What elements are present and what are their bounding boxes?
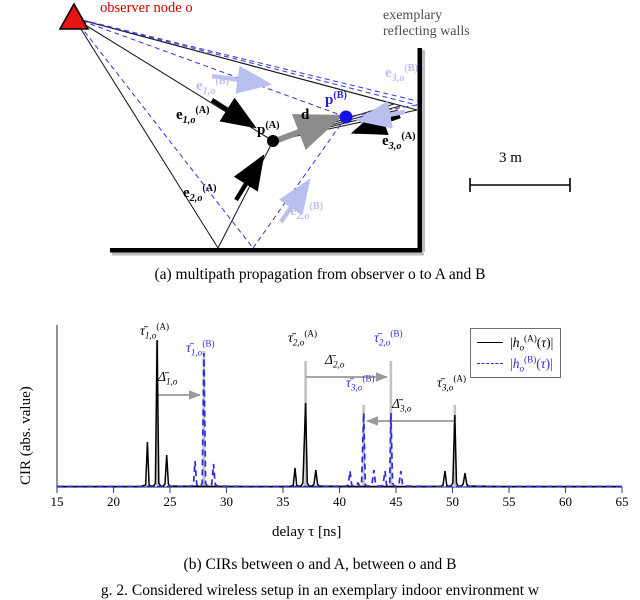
legend-swatch-series-a — [477, 342, 503, 343]
subcaption-b: (b) CIRs between o and A, between o and … — [183, 556, 457, 573]
scale-bar-label: 3 m — [499, 150, 522, 166]
delta-label-delta1o: Δ̄1,o — [158, 369, 178, 387]
delta-label-delta2o: Δ̄2,o — [325, 352, 345, 370]
path-lines-b — [73, 17, 418, 249]
point-a-label: p(A) — [257, 120, 280, 138]
observer-node-marker — [58, 2, 90, 30]
marker-label-tau2oB: τ̄2,o(B) — [374, 328, 403, 348]
reflecting-walls-label: exemplary reflecting walls — [383, 8, 470, 40]
vector-label-e1oA: e1,o(A) — [176, 105, 210, 126]
x-axis-label: delay τ [ns] — [272, 524, 342, 540]
legend-label-series-a: |ho(A)(τ)| — [510, 333, 554, 353]
observer-node-label: observer node o — [100, 0, 193, 16]
point-b-label: p(B) — [325, 90, 347, 108]
xtick-55: 55 — [502, 494, 516, 509]
legend-label-series-b: |ho(B)(τ)| — [510, 354, 553, 374]
marker-label-tau3oA: τ̄3,o(A) — [437, 373, 467, 393]
marker-label-tau1oB: τ̄1,o(B) — [186, 338, 215, 358]
legend-item-series-b: |ho(B)(τ)| — [477, 353, 553, 374]
marker-label-tau3oB: τ̄3,o(B) — [346, 373, 375, 393]
xtick-35: 35 — [276, 494, 290, 509]
vector-label-e1oB: e1,o(B) — [196, 76, 229, 97]
xtick-15: 15 — [50, 494, 64, 509]
marker-label-tau2oA: τ̄2,o(A) — [288, 328, 318, 348]
path-lines-a — [73, 17, 401, 249]
xtick-30: 30 — [220, 494, 233, 509]
vector-label-e3oA: e3,o(A) — [382, 131, 416, 152]
chart-legend: |ho(A)(τ)| |ho(B)(τ)| — [470, 328, 562, 378]
figure-root: observer node o exemplary reflecting wal… — [0, 0, 640, 600]
xtick-25: 25 — [163, 494, 177, 509]
vector-label-e3oB: e3,o(B) — [385, 63, 418, 84]
subcaption-a: (a) multipath propagation from observer … — [154, 266, 486, 283]
legend-swatch-series-b — [477, 363, 503, 364]
distance-label-d: d — [301, 107, 310, 123]
figure-caption: g. 2. Considered wireless setup in an ex… — [100, 582, 540, 599]
xtick-65: 65 — [615, 494, 629, 509]
vector-label-e2oB: e2,o(B) — [290, 201, 323, 222]
vector-label-e2oA: e2,o(A) — [183, 183, 217, 204]
xtick-50: 50 — [446, 494, 459, 509]
marker-label-tau1oA: τ̄1,o(A) — [140, 321, 170, 341]
xtick-45: 45 — [389, 494, 403, 509]
xtick-40: 40 — [333, 494, 346, 509]
delta-label-delta3o: Δ̄3,o — [392, 396, 412, 414]
xtick-60: 60 — [559, 494, 572, 509]
multipath-diagram — [58, 2, 571, 256]
chart-xticks — [56, 487, 623, 493]
xtick-20: 20 — [107, 494, 120, 509]
scale-bar — [469, 178, 571, 192]
y-axis-label: CIR (abs. value) — [18, 386, 34, 485]
legend-item-series-a: |ho(A)(τ)| — [477, 332, 553, 353]
point-b-marker — [339, 110, 353, 124]
